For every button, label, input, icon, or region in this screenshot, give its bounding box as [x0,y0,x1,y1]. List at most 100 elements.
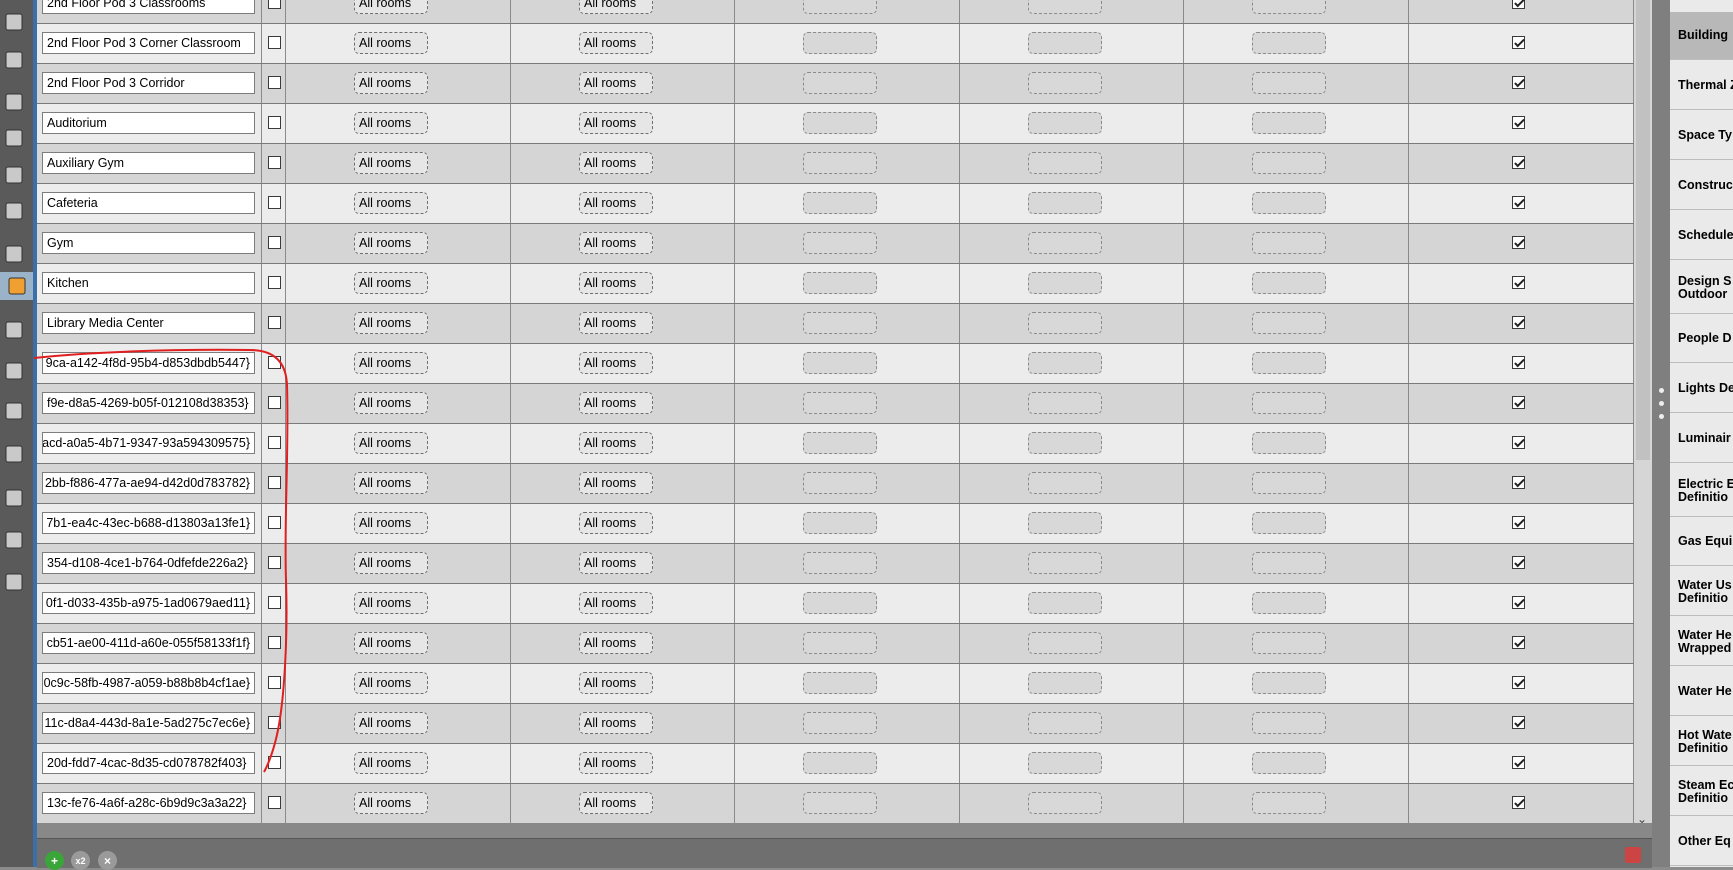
heat-icon[interactable] [0,124,28,152]
empty-dropzone[interactable] [1028,32,1102,54]
space-name-field[interactable]: 2bb-f886-477a-ae94-d42d0d783782} [42,472,255,494]
calendar-icon[interactable] [0,8,28,36]
all-rooms-dropzone[interactable]: All rooms [579,792,653,814]
empty-dropzone[interactable] [1252,432,1326,454]
space-name-field[interactable]: Auditorium [42,112,255,134]
empty-dropzone[interactable] [1252,0,1326,14]
enabled-checkbox[interactable] [1512,276,1525,289]
enabled-checkbox[interactable] [1512,316,1525,329]
row-select-checkbox[interactable] [268,116,281,129]
empty-dropzone[interactable] [1252,272,1326,294]
space-name-field[interactable]: acd-a0a5-4b71-9347-93a594309575} [42,432,255,454]
library-tab-item[interactable]: Schedule [1670,212,1733,260]
empty-dropzone[interactable] [1028,512,1102,534]
empty-dropzone[interactable] [1028,792,1102,814]
all-rooms-dropzone[interactable]: All rooms [354,232,428,254]
empty-dropzone[interactable] [1252,632,1326,654]
enabled-checkbox[interactable] [1512,0,1525,9]
row-select-checkbox[interactable] [268,516,281,529]
library-tab-item[interactable]: Water Us Definitio [1670,568,1733,616]
empty-dropzone[interactable] [1252,512,1326,534]
all-rooms-dropzone[interactable]: All rooms [354,192,428,214]
all-rooms-dropzone[interactable]: All rooms [354,32,428,54]
empty-dropzone[interactable] [1252,72,1326,94]
all-rooms-dropzone[interactable]: All rooms [354,712,428,734]
space-name-field[interactable]: Cafeteria [42,192,255,214]
empty-dropzone[interactable] [803,392,877,414]
row-select-checkbox[interactable] [268,596,281,609]
all-rooms-dropzone[interactable]: All rooms [579,752,653,774]
empty-dropzone[interactable] [803,0,877,14]
all-rooms-dropzone[interactable]: All rooms [354,672,428,694]
all-rooms-dropzone[interactable]: All rooms [579,72,653,94]
library-tab-item[interactable]: Water He Wrapped [1670,618,1733,666]
enabled-checkbox[interactable] [1512,596,1525,609]
library-tab-item[interactable]: Water He [1670,668,1733,716]
empty-dropzone[interactable] [803,672,877,694]
all-rooms-dropzone[interactable]: All rooms [579,392,653,414]
row-select-checkbox[interactable] [268,196,281,209]
library-tab-item[interactable]: Design S Outdoor [1670,262,1733,314]
empty-dropzone[interactable] [803,632,877,654]
empty-dropzone[interactable] [803,752,877,774]
empty-dropzone[interactable] [1028,472,1102,494]
empty-dropzone[interactable] [803,352,877,374]
empty-dropzone[interactable] [1028,752,1102,774]
enabled-checkbox[interactable] [1512,516,1525,529]
space-name-field[interactable]: Kitchen [42,272,255,294]
library-tab-item[interactable]: People D [1670,315,1733,363]
space-name-field[interactable]: Gym [42,232,255,254]
hvac-loop-icon[interactable] [0,357,28,385]
empty-dropzone[interactable] [1252,672,1326,694]
space-name-field[interactable]: 9ca-a142-4f8d-95b4-d853dbdb5447} [42,352,255,374]
empty-dropzone[interactable] [1028,672,1102,694]
empty-dropzone[interactable] [1252,592,1326,614]
space-name-field[interactable]: 0c9c-58fb-4987-a059-b88b8b4cf1ae} [42,672,255,694]
all-rooms-dropzone[interactable]: All rooms [579,32,653,54]
all-rooms-dropzone[interactable]: All rooms [354,632,428,654]
empty-dropzone[interactable] [803,32,877,54]
empty-dropzone[interactable] [803,112,877,134]
row-select-checkbox[interactable] [268,756,281,769]
empty-dropzone[interactable] [803,432,877,454]
panel-splitter[interactable] [1652,0,1670,867]
bar-chart-icon[interactable] [0,568,28,596]
all-rooms-dropzone[interactable]: All rooms [579,112,653,134]
scrollbar-thumb[interactable] [1636,0,1650,460]
empty-dropzone[interactable] [1252,32,1326,54]
enabled-checkbox[interactable] [1512,396,1525,409]
all-rooms-dropzone[interactable]: All rooms [579,712,653,734]
remove-icon[interactable]: × [98,851,117,870]
empty-dropzone[interactable] [1252,152,1326,174]
row-select-checkbox[interactable] [268,356,281,369]
empty-dropzone[interactable] [803,72,877,94]
all-rooms-dropzone[interactable]: All rooms [579,632,653,654]
row-select-checkbox[interactable] [268,236,281,249]
empty-dropzone[interactable] [1252,112,1326,134]
space-name-field[interactable]: 11c-d8a4-443d-8a1e-5ad275c7ec6e} [42,712,255,734]
all-rooms-dropzone[interactable]: All rooms [354,752,428,774]
empty-dropzone[interactable] [1028,192,1102,214]
all-rooms-dropzone[interactable]: All rooms [354,0,428,14]
space-name-field[interactable]: f9e-d8a5-4269-b05f-012108d38353} [42,392,255,414]
printer-icon[interactable] [0,484,28,512]
library-tab-item[interactable]: Construc [1670,162,1733,210]
gear-icon[interactable] [0,440,28,468]
all-rooms-dropzone[interactable]: All rooms [354,312,428,334]
enabled-checkbox[interactable] [1512,116,1525,129]
space-name-field[interactable]: Library Media Center [42,312,255,334]
library-tab-item[interactable]: Steam Ec Definitio [1670,768,1733,816]
empty-dropzone[interactable] [803,272,877,294]
all-rooms-dropzone[interactable]: All rooms [354,272,428,294]
empty-dropzone[interactable] [803,192,877,214]
empty-dropzone[interactable] [1028,552,1102,574]
all-rooms-dropzone[interactable]: All rooms [354,152,428,174]
space-name-field[interactable]: 2nd Floor Pod 3 Classrooms [42,0,255,14]
enabled-checkbox[interactable] [1512,756,1525,769]
space-name-field[interactable]: 354-d108-4ce1-b764-0dfefde226a2} [42,552,255,574]
enabled-checkbox[interactable] [1512,796,1525,809]
empty-dropzone[interactable] [1028,72,1102,94]
vertical-scrollbar[interactable]: ⌄ [1634,0,1652,826]
all-rooms-dropzone[interactable]: All rooms [579,272,653,294]
cube-icon[interactable] [0,316,28,344]
